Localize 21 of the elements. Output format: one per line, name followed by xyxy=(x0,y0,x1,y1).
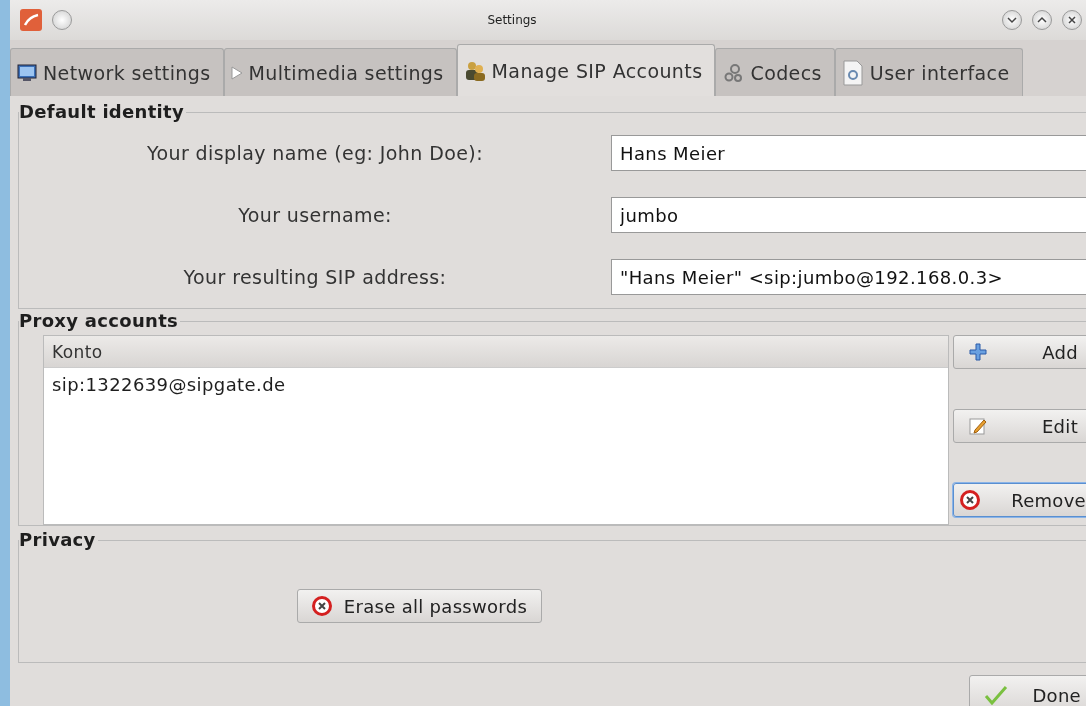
column-header: Konto xyxy=(44,336,948,368)
text-field[interactable]: "Hans Meier" <sip:jumbo@192.168.0.3> xyxy=(611,259,1086,295)
field-label: Your display name (eg: John Doe): xyxy=(146,142,484,164)
group-title: Privacy xyxy=(19,529,98,550)
field-label: Your resulting SIP address: xyxy=(182,266,448,288)
account-button[interactable]: Add xyxy=(953,335,1086,369)
text-field[interactable]: jumbo xyxy=(611,197,1086,233)
tab[interactable]: Manage SIP Accounts xyxy=(456,44,716,96)
tab[interactable]: Network settings xyxy=(10,48,224,96)
text-field[interactable]: Hans Meier xyxy=(611,135,1086,171)
group-title: Default identity xyxy=(19,101,186,122)
tab[interactable]: User interface xyxy=(834,48,1023,96)
account-button[interactable]: Edit xyxy=(953,409,1086,443)
erase-button[interactable]: Erase all passwords xyxy=(296,589,543,623)
tab[interactable]: Codecs xyxy=(715,48,835,96)
done-button[interactable]: Done xyxy=(969,675,1086,706)
window-title: Settings xyxy=(486,13,538,27)
tab[interactable]: Multimedia settings xyxy=(223,48,457,96)
field-label: Your username: xyxy=(237,204,393,226)
account-button[interactable]: Remove xyxy=(953,483,1086,517)
list-item[interactable]: sip:1322639@sipgate.de xyxy=(44,368,948,401)
